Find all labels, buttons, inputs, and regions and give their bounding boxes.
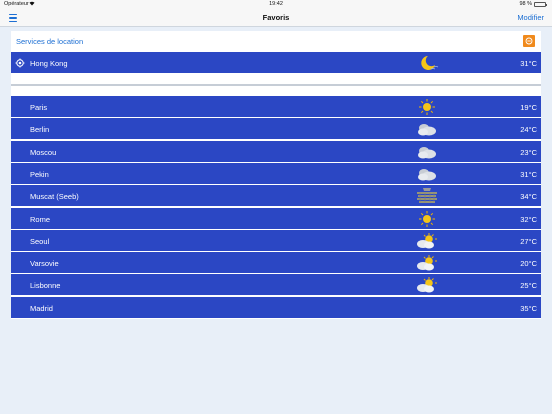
location-pin-icon [15, 58, 25, 70]
favorite-city: Madrid [30, 303, 53, 313]
favorite-temp: 24°C [520, 125, 537, 135]
favorite-row[interactable]: Madrid 35°C [11, 296, 541, 319]
favorite-temp: 25°C [520, 281, 537, 291]
location-toggle-icon[interactable] [523, 35, 535, 47]
favorite-temp: 27°C [520, 236, 537, 246]
cloud-icon [415, 143, 439, 161]
favorite-temp: 32°C [520, 214, 537, 224]
favorite-city: Pekin [30, 169, 49, 179]
sun-icon [415, 210, 439, 228]
partly-cloudy-icon [415, 232, 439, 250]
favorite-temp: 20°C [520, 259, 537, 269]
favorite-city: Berlin [30, 125, 50, 135]
favorite-city: Seoul [30, 236, 50, 246]
favorite-temp: 34°C [520, 192, 537, 202]
favorite-city: Varsovie [30, 259, 59, 269]
favorite-city: Muscat (Seeb) [30, 192, 79, 202]
partly-cloudy-icon [415, 276, 439, 294]
favorite-temp: 23°C [520, 147, 537, 157]
page-title: Favoris [262, 13, 290, 22]
navigation-bar: Favoris Modifier [0, 9, 552, 27]
favorite-temp: 31°C [520, 169, 537, 179]
favorite-city: Rome [30, 214, 51, 224]
location-services-header: Services de location [11, 31, 541, 51]
favorite-city: Moscou [30, 147, 57, 157]
favorite-row[interactable]: Lisbonne 25°C [11, 274, 541, 297]
status-time: 19:42 [269, 1, 283, 7]
section-divider [11, 84, 541, 86]
current-location-city: Hong Kong [30, 59, 68, 68]
haze-icon [415, 187, 439, 205]
partly-cloudy-icon [415, 254, 439, 272]
favorite-row[interactable]: Seoul 27°C [11, 229, 541, 252]
favorite-row[interactable]: Varsovie 20°C [11, 252, 541, 275]
favorite-row[interactable]: Paris 19°C [11, 96, 541, 118]
cloud-icon [415, 120, 439, 138]
favorite-city: Paris [30, 103, 48, 112]
favorite-row[interactable]: Berlin 24°C [11, 118, 541, 141]
current-location-temp: 31°C [520, 59, 537, 68]
sun-icon [415, 98, 439, 116]
battery-icon [534, 2, 547, 7]
favorite-temp: 35°C [520, 303, 537, 313]
cloud-icon [415, 165, 439, 183]
favorites-panel: Services de location Hong Kong 31°C Pari [11, 31, 541, 319]
favorite-city: Lisbonne [30, 281, 61, 291]
edit-button[interactable]: Modifier [517, 13, 544, 22]
status-bar: Opérateur 19:42 98 % [0, 0, 552, 9]
current-location-row[interactable]: Hong Kong 31°C [11, 52, 541, 74]
location-services-label: Services de location [16, 37, 84, 46]
battery-percent: 98 % [519, 1, 532, 7]
favorite-row[interactable]: Rome 32°C [11, 207, 541, 230]
moon-night-icon [415, 54, 439, 72]
favorite-row[interactable]: Moscou 23°C [11, 140, 541, 163]
favorite-row[interactable]: Pekin 31°C [11, 162, 541, 185]
favorite-row[interactable]: Muscat (Seeb) 34°C [11, 185, 541, 208]
favorite-temp: 19°C [520, 103, 537, 112]
